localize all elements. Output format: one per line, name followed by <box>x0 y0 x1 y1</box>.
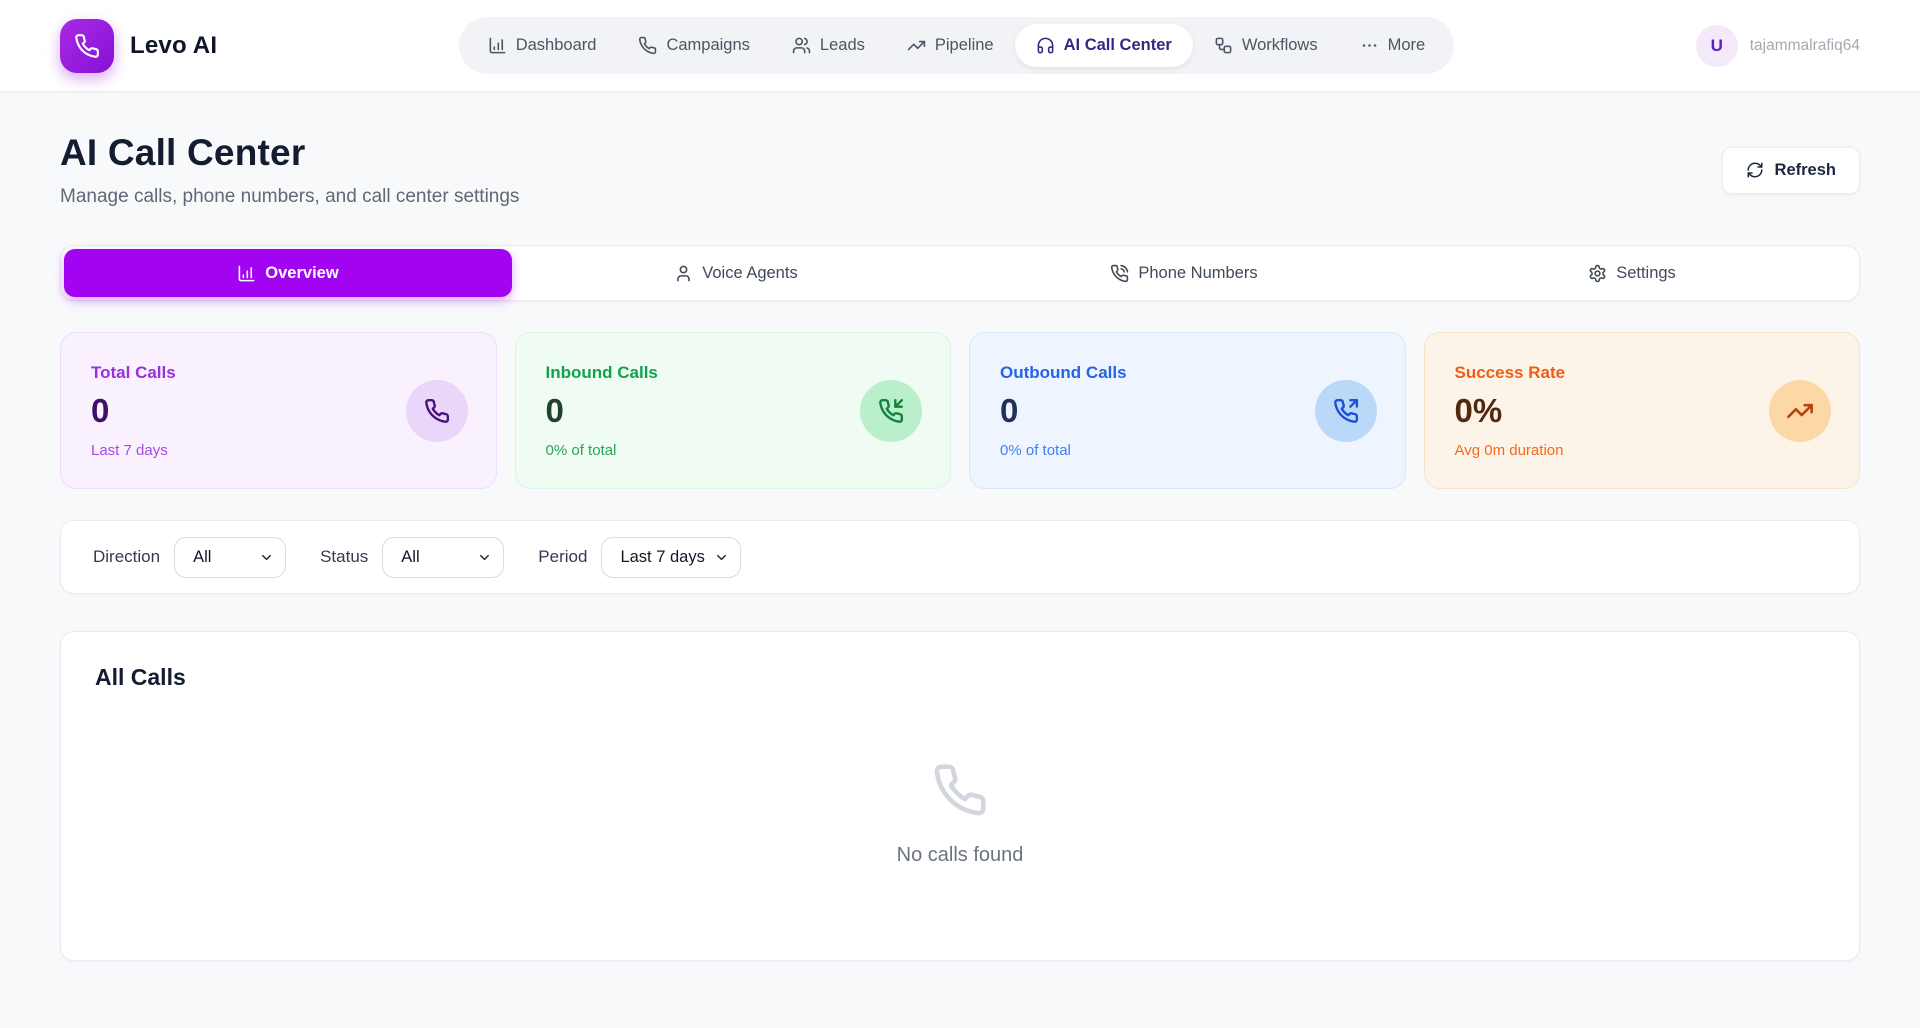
stat-card-outbound-calls: Outbound Calls 0 0% of total <box>969 332 1406 489</box>
phone-call-icon <box>1110 264 1129 283</box>
nav-item-workflows[interactable]: Workflows <box>1193 24 1339 67</box>
nav-item-more[interactable]: More <box>1339 24 1447 67</box>
tab-label: Overview <box>265 264 338 283</box>
brand-name: Levo AI <box>130 32 217 60</box>
page-subtitle: Manage calls, phone numbers, and call ce… <box>60 186 519 208</box>
nav-item-label: Dashboard <box>516 36 597 55</box>
trending-up-icon <box>1769 380 1831 442</box>
refresh-button[interactable]: Refresh <box>1722 147 1860 194</box>
stat-caption: Avg 0m duration <box>1455 442 1830 459</box>
chevron-down-icon <box>477 550 492 565</box>
brand-logo[interactable] <box>60 19 114 73</box>
empty-state: No calls found <box>95 691 1825 928</box>
chevron-down-icon <box>714 550 729 565</box>
tab-voice-agents[interactable]: Voice Agents <box>512 249 960 297</box>
avatar[interactable]: U <box>1696 25 1738 67</box>
gear-icon <box>1588 264 1607 283</box>
nav-item-label: AI Call Center <box>1064 36 1172 55</box>
ellipsis-icon <box>1360 36 1379 55</box>
nav-item-leads[interactable]: Leads <box>771 24 886 67</box>
filter-status: Status All <box>310 537 504 578</box>
phone-outgoing-icon <box>1315 380 1377 442</box>
status-select-value: All <box>401 548 419 567</box>
nav-item-label: Campaigns <box>666 36 749 55</box>
period-filter-label: Period <box>538 547 587 567</box>
nav-item-dashboard[interactable]: Dashboard <box>467 24 618 67</box>
tab-label: Phone Numbers <box>1138 264 1257 283</box>
tab-overview[interactable]: Overview <box>64 249 512 297</box>
direction-select-value: All <box>193 548 211 567</box>
phone-icon <box>932 762 988 818</box>
trending-up-icon <box>907 36 926 55</box>
phone-icon <box>406 380 468 442</box>
chevron-down-icon <box>259 550 274 565</box>
all-calls-title: All Calls <box>95 664 1825 691</box>
stat-title: Total Calls <box>91 363 466 383</box>
stats-row: Total Calls 0 Last 7 days Inbound Calls … <box>60 332 1860 489</box>
tab-label: Settings <box>1616 264 1676 283</box>
page-title: AI Call Center <box>60 132 519 174</box>
tab-phone-numbers[interactable]: Phone Numbers <box>960 249 1408 297</box>
stat-card-total-calls: Total Calls 0 Last 7 days <box>60 332 497 489</box>
username: tajammalrafiq64 <box>1750 37 1860 55</box>
title-row: AI Call Center Manage calls, phone numbe… <box>60 132 1860 208</box>
refresh-button-label: Refresh <box>1775 161 1836 180</box>
stat-title: Outbound Calls <box>1000 363 1375 383</box>
stat-title: Success Rate <box>1455 363 1830 383</box>
stat-caption: Last 7 days <box>91 442 466 459</box>
nav-item-label: Workflows <box>1242 36 1318 55</box>
filter-bar: Direction All Status All Period Last 7 d… <box>60 520 1860 594</box>
tab-settings[interactable]: Settings <box>1408 249 1856 297</box>
nav-item-campaigns[interactable]: Campaigns <box>617 24 770 67</box>
nav-item-label: More <box>1388 36 1426 55</box>
period-select[interactable]: Last 7 days <box>601 537 741 578</box>
status-select[interactable]: All <box>382 537 504 578</box>
workflow-icon <box>1214 36 1233 55</box>
chart-column-icon <box>237 264 256 283</box>
phone-icon <box>74 33 100 59</box>
direction-filter-label: Direction <box>93 547 160 567</box>
filter-direction: Direction All <box>83 537 286 578</box>
app-header: Levo AI Dashboard Campaigns Leads Pipeli… <box>0 0 1920 92</box>
period-select-value: Last 7 days <box>620 548 704 567</box>
section-tabs: Overview Voice Agents Phone Numbers Sett… <box>60 245 1860 301</box>
tab-label: Voice Agents <box>702 264 797 283</box>
direction-select[interactable]: All <box>174 537 286 578</box>
users-icon <box>792 36 811 55</box>
phone-incoming-icon <box>860 380 922 442</box>
all-calls-section: All Calls No calls found <box>60 631 1860 961</box>
filter-period: Period Last 7 days <box>528 537 741 578</box>
stat-card-inbound-calls: Inbound Calls 0 0% of total <box>515 332 952 489</box>
stat-caption: 0% of total <box>1000 442 1375 459</box>
user-icon <box>674 264 693 283</box>
refresh-icon <box>1746 161 1764 179</box>
nav-item-label: Leads <box>820 36 865 55</box>
headphones-icon <box>1036 36 1055 55</box>
chart-column-icon <box>488 36 507 55</box>
nav-item-ai-call-center[interactable]: AI Call Center <box>1015 24 1193 67</box>
main-content: AI Call Center Manage calls, phone numbe… <box>0 92 1920 961</box>
nav-item-label: Pipeline <box>935 36 994 55</box>
status-filter-label: Status <box>320 547 368 567</box>
nav-item-pipeline[interactable]: Pipeline <box>886 24 1015 67</box>
stat-card-success-rate: Success Rate 0% Avg 0m duration <box>1424 332 1861 489</box>
phone-icon <box>638 36 657 55</box>
stat-caption: 0% of total <box>546 442 921 459</box>
stat-title: Inbound Calls <box>546 363 921 383</box>
main-nav: Dashboard Campaigns Leads Pipeline AI Ca… <box>459 17 1454 74</box>
empty-state-text: No calls found <box>897 844 1024 867</box>
user-area: U tajammalrafiq64 <box>1696 25 1860 67</box>
